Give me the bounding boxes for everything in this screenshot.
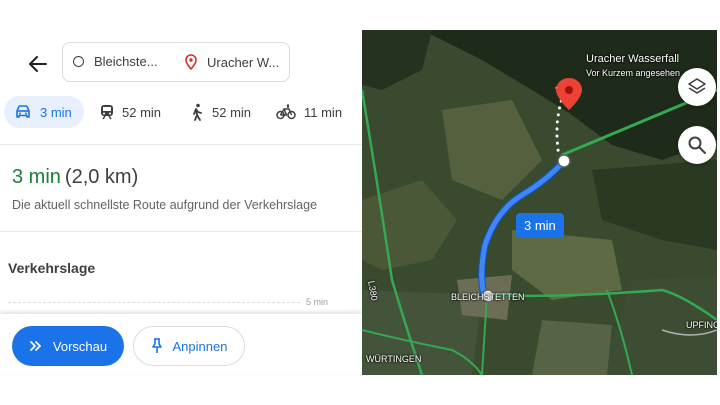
tab-car-label: 3 min — [40, 104, 72, 120]
layers-icon — [688, 78, 706, 94]
tab-bike[interactable]: 11 min — [276, 96, 342, 128]
route-time-chip[interactable]: 3 min — [516, 213, 564, 238]
divider — [0, 231, 362, 232]
search-button[interactable] — [678, 126, 716, 164]
destination-label: Uracher W... — [207, 54, 280, 70]
place-label-upfingen: UPFING — [686, 320, 717, 330]
pin-label: Anpinnen — [172, 338, 228, 354]
car-icon — [16, 105, 30, 118]
layers-button[interactable] — [678, 68, 716, 106]
traffic-scale-label: 5 min — [306, 297, 329, 307]
preview-label: Vorschau — [52, 338, 108, 354]
search-icon — [688, 136, 706, 154]
origin-circle-icon — [73, 56, 84, 67]
route-distance: (2,0 km) — [64, 166, 139, 188]
place-label-wuertingen: WÜRTINGEN — [366, 354, 422, 364]
arrow-left-icon — [29, 56, 47, 72]
travel-mode-tabs: 3 min 52 min 52 min 11 min — [4, 96, 360, 128]
tab-walk-label: 52 min — [212, 104, 252, 120]
tab-walk[interactable]: 52 min — [190, 96, 251, 128]
back-button[interactable] — [24, 50, 52, 78]
origin-field[interactable]: Bleichste... — [73, 54, 158, 69]
pushpin-icon — [151, 338, 162, 353]
tab-transit-label: 52 min — [122, 104, 162, 120]
traffic-heading: Verkehrslage — [8, 260, 96, 276]
destination-map-label[interactable]: Uracher Wasserfall — [586, 53, 679, 65]
train-icon — [101, 105, 113, 120]
destination-map-sublabel: Vor Kurzem angesehen — [586, 68, 681, 78]
divider — [0, 144, 362, 145]
tab-transit[interactable]: 52 min — [100, 96, 161, 128]
origin-label: Bleichste... — [94, 54, 158, 69]
bike-icon — [276, 104, 296, 120]
tab-car[interactable]: 3 min — [4, 96, 84, 128]
satellite-map — [362, 30, 717, 375]
pin-button[interactable]: Anpinnen — [133, 326, 245, 366]
route-search-box[interactable]: Bleichste... Uracher W... — [62, 42, 290, 82]
route-summary: 3 min (2,0 km) — [12, 166, 138, 189]
location-pin-icon — [185, 54, 197, 70]
walk-icon — [193, 103, 202, 121]
tab-bike-label: 11 min — [304, 104, 343, 120]
route-description: Die aktuell schnellste Route aufgrund de… — [12, 198, 318, 212]
destination-field[interactable]: Uracher W... — [185, 54, 279, 70]
action-bar: Vorschau Anpinnen — [0, 314, 362, 374]
traffic-chart-line — [8, 302, 300, 303]
route-duration: 3 min — [12, 166, 61, 188]
place-label-bleichstetten: BLEICHSTETTEN — [451, 292, 525, 302]
double-chevron-icon — [29, 341, 41, 351]
directions-panel: Bleichste... Uracher W... 3 min 52 min 5… — [0, 0, 362, 405]
preview-button[interactable]: Vorschau — [12, 326, 124, 366]
map-view[interactable]: Uracher Wasserfall Vor Kurzem angesehen … — [362, 30, 717, 375]
